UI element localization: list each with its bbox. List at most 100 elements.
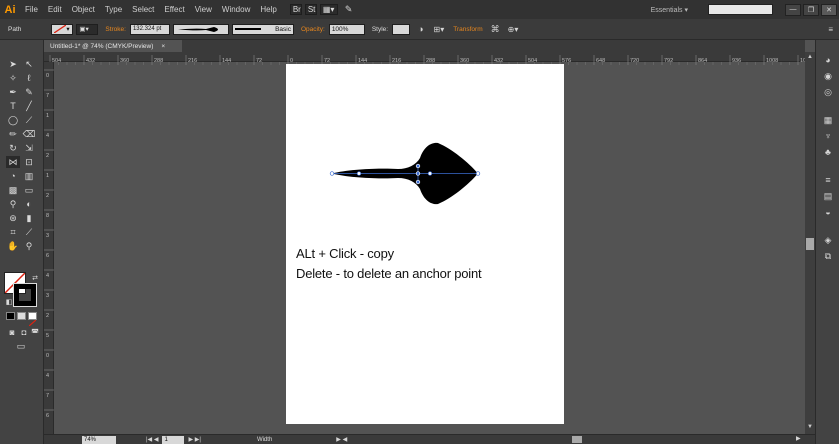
menu-file[interactable]: File xyxy=(20,5,43,14)
pen-tool-icon[interactable]: ✒ xyxy=(6,86,20,98)
stroke-label[interactable]: Stroke: xyxy=(105,26,126,33)
stroke-weight-input[interactable]: 132.324 pt xyxy=(129,23,170,35)
transparency-panel-icon[interactable]: ◒ xyxy=(821,206,835,218)
curvature-tool-icon[interactable]: ✎ xyxy=(22,86,36,98)
swap-fill-stroke-icon[interactable]: ⇄ xyxy=(28,272,42,284)
paintbrush-tool-icon[interactable]: ⟋ xyxy=(22,114,36,126)
magic-wand-tool-icon[interactable]: ✧ xyxy=(6,72,20,84)
minimize-button[interactable]: — xyxy=(785,3,801,16)
default-fill-stroke-icon[interactable]: ◧ xyxy=(2,296,16,308)
menu-edit[interactable]: Edit xyxy=(43,5,67,14)
symbol-sprayer-tool-icon[interactable]: ⊛ xyxy=(6,212,20,224)
recolor-artwork-icon[interactable]: ◑ xyxy=(418,24,423,34)
width-handle[interactable] xyxy=(415,163,421,169)
symbols-icon[interactable]: ♣ xyxy=(821,146,835,158)
next-artboard-icon[interactable]: ▶ ▶| xyxy=(188,436,200,443)
artboard-tool-icon[interactable]: ⌗ xyxy=(6,226,20,238)
anchor-point[interactable] xyxy=(415,171,421,176)
anchor-point[interactable] xyxy=(329,171,335,176)
selection-tool-icon[interactable]: ➤ xyxy=(6,58,20,70)
stroke-swatch[interactable]: ▣▾ xyxy=(76,23,99,35)
swatches-icon[interactable]: ▦ xyxy=(821,114,835,126)
artboard-number-field[interactable]: 1 xyxy=(162,435,185,444)
vertical-scroll-thumb[interactable] xyxy=(806,238,814,250)
direct-selection-tool-icon[interactable]: ↖ xyxy=(22,58,36,70)
menu-object[interactable]: Object xyxy=(67,5,100,14)
transform-label[interactable]: Transform xyxy=(453,26,482,33)
close-tab-icon[interactable]: × xyxy=(161,43,165,50)
perspective-grid-tool-icon[interactable]: ▥ xyxy=(22,170,36,182)
fill-swatch[interactable]: ▾ xyxy=(51,23,74,35)
scale-tool-icon[interactable]: ⇲ xyxy=(22,142,36,154)
artboards-panel-icon[interactable]: ⧉ xyxy=(821,250,835,262)
brush-shape[interactable] xyxy=(320,136,485,211)
rotate-tool-icon[interactable]: ↻ xyxy=(6,142,20,154)
opacity-label[interactable]: Opacity: xyxy=(301,26,325,33)
menu-type[interactable]: Type xyxy=(100,5,127,14)
status-menu-icon[interactable]: ▶ ◀ xyxy=(336,436,347,443)
color-themes-icon[interactable]: ◎ xyxy=(821,86,835,98)
scroll-right-icon[interactable]: ▶ xyxy=(796,435,801,442)
gradient-tool-icon[interactable]: ▭ xyxy=(22,184,36,196)
eraser-tool-icon[interactable]: ⌫ xyxy=(22,128,36,140)
menu-view[interactable]: View xyxy=(190,5,217,14)
workspace-switcher[interactable]: Essentials ▾ xyxy=(651,6,688,14)
panel-menu-icon[interactable]: ⊕▾ xyxy=(508,25,519,34)
first-artboard-icon[interactable]: |◀ ◀ xyxy=(146,436,158,443)
gradient-mode-icon[interactable] xyxy=(17,312,26,320)
color-panel-icon[interactable]: ◕ xyxy=(821,54,835,66)
isolate-icon[interactable]: ⌘ xyxy=(491,24,500,35)
gpu-performance-icon[interactable]: ✎ xyxy=(345,4,353,15)
color-mode-icon[interactable] xyxy=(6,312,15,320)
anchor-point[interactable] xyxy=(356,171,362,176)
gradient-panel-icon[interactable]: ▤ xyxy=(821,190,835,202)
anchor-point[interactable] xyxy=(475,171,481,176)
menu-window[interactable]: Window xyxy=(217,5,255,14)
vertical-scrollbar[interactable]: ▲ ▼ xyxy=(805,52,815,434)
zoom-field[interactable]: 74% xyxy=(82,435,116,444)
free-transform-tool-icon[interactable]: ⊡ xyxy=(22,156,36,168)
type-tool-icon[interactable]: T xyxy=(6,100,20,112)
mesh-tool-icon[interactable]: ▩ xyxy=(6,184,20,196)
scroll-down-icon[interactable]: ▼ xyxy=(807,424,813,430)
scroll-up-icon[interactable]: ▲ xyxy=(807,54,813,60)
draw-inside-icon[interactable]: ◚ xyxy=(28,326,42,338)
align-icon[interactable]: ⊞▾ xyxy=(434,25,445,34)
pencil-tool-icon[interactable]: ✏ xyxy=(6,128,20,140)
horizontal-ruler[interactable]: 504 432 360 288 216 144 72 0 72 144 216 288 360 432 50… xyxy=(44,52,824,65)
anchor-point[interactable] xyxy=(427,171,433,176)
layers-panel-icon[interactable]: ◈ xyxy=(821,234,835,246)
slice-tool-icon[interactable]: ⟋ xyxy=(22,226,36,238)
menu-select[interactable]: Select xyxy=(127,5,159,14)
arrange-documents-icon[interactable]: ▦▾ xyxy=(319,4,338,15)
lasso-tool-icon[interactable]: ℓ xyxy=(22,72,36,84)
column-graph-tool-icon[interactable]: ▮ xyxy=(22,212,36,224)
opacity-input[interactable]: 100% xyxy=(328,23,365,35)
search-input[interactable] xyxy=(708,4,773,15)
stroke-color-box[interactable] xyxy=(13,283,37,307)
width-handle[interactable] xyxy=(415,179,421,185)
vertical-ruler[interactable]: 071421283643250476 xyxy=(44,62,54,434)
menu-effect[interactable]: Effect xyxy=(159,5,189,14)
shape-builder-tool-icon[interactable]: ◔ xyxy=(6,170,20,182)
horizontal-scroll-thumb[interactable] xyxy=(572,436,582,443)
stock-icon[interactable]: St xyxy=(304,4,317,15)
graphic-style-swatch[interactable] xyxy=(392,23,411,35)
close-button[interactable]: ✕ xyxy=(821,3,837,16)
hand-tool-icon[interactable]: ✋ xyxy=(6,240,20,252)
variable-width-profile[interactable] xyxy=(172,23,229,35)
blend-tool-icon[interactable]: ◐ xyxy=(22,198,36,210)
menu-help[interactable]: Help xyxy=(255,5,281,14)
control-menu-icon[interactable]: ≡ xyxy=(828,25,833,34)
restore-button[interactable]: ❐ xyxy=(803,3,819,16)
none-mode-icon[interactable] xyxy=(28,312,37,327)
stroke-panel-icon[interactable]: ≡ xyxy=(821,174,835,186)
color-guide-icon[interactable]: ◉ xyxy=(821,70,835,82)
bridge-icon[interactable]: Br xyxy=(289,4,302,15)
width-tool-icon[interactable]: ⋈ xyxy=(6,156,20,168)
brush-definition[interactable]: Basic xyxy=(231,23,294,35)
artboard[interactable] xyxy=(286,64,564,424)
zoom-tool-icon[interactable]: ⚲ xyxy=(22,240,36,252)
ellipse-tool-icon[interactable]: ◯ xyxy=(6,114,20,126)
screen-mode-icon[interactable]: ▭ xyxy=(14,340,28,352)
